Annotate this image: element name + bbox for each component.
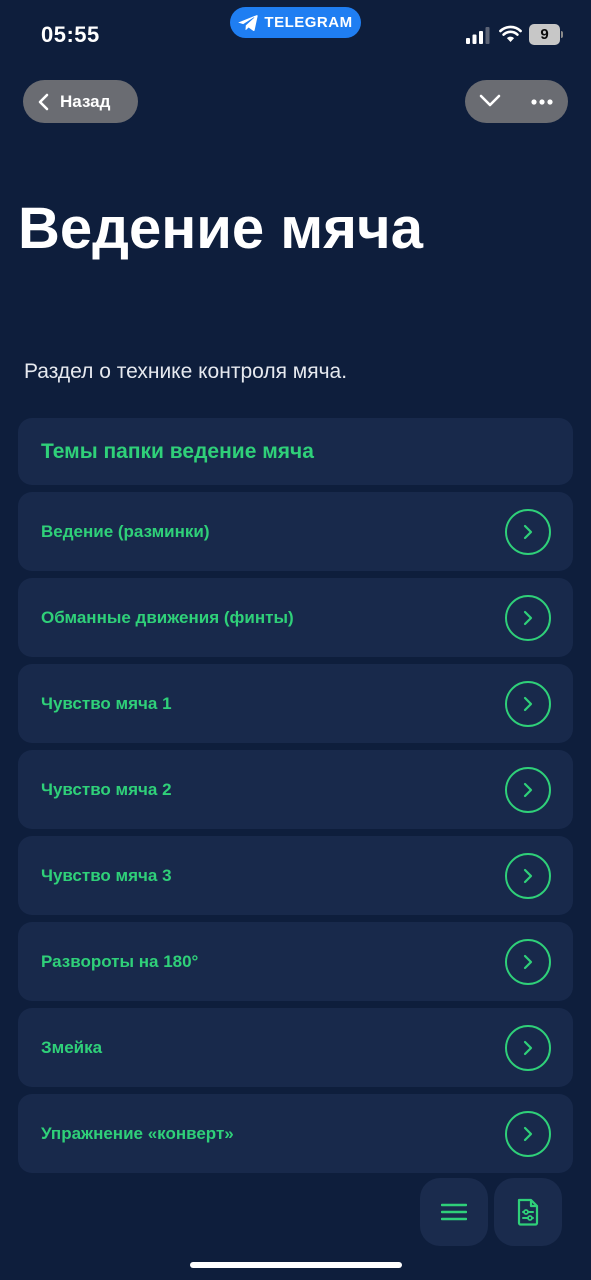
topic-label: Упражнение «конверт» (41, 1123, 234, 1143)
topic-item[interactable]: Чувство мяча 2 (18, 750, 573, 829)
topic-label: Чувство мяча 3 (41, 865, 172, 885)
document-settings-button[interactable] (494, 1178, 562, 1246)
top-right-controls (465, 80, 568, 123)
page-subtitle: Раздел о технике контроля мяча. (24, 360, 348, 383)
topic-item[interactable]: Развороты на 180° (18, 922, 573, 1001)
topic-item[interactable]: Чувство мяча 3 (18, 836, 573, 915)
chevron-down-icon[interactable] (479, 93, 501, 109)
topic-label: Обманные движения (финты) (41, 607, 294, 627)
section-header-card: Темы папки ведение мяча (18, 418, 573, 485)
chevron-right-icon[interactable] (505, 766, 551, 813)
battery-tip (561, 31, 563, 38)
topic-item[interactable]: Чувство мяча 1 (18, 664, 573, 743)
telegram-icon (238, 14, 259, 31)
chevron-right-icon[interactable] (505, 852, 551, 899)
menu-button[interactable] (420, 1178, 488, 1246)
document-settings-icon (517, 1198, 539, 1226)
topic-label: Развороты на 180° (41, 951, 199, 971)
topic-item[interactable]: Ведение (разминки) (18, 492, 573, 571)
chevron-left-icon (38, 93, 49, 110)
telegram-pill-label: TELEGRAM (264, 14, 353, 31)
menu-icon (441, 1203, 467, 1221)
topic-list: Ведение (разминки) Обманные движения (фи… (18, 492, 573, 1180)
chevron-right-icon[interactable] (505, 508, 551, 555)
section-title: Темы папки ведение мяча (41, 439, 314, 463)
wifi-icon (499, 25, 522, 42)
topic-item[interactable]: Упражнение «конверт» (18, 1094, 573, 1173)
topic-label: Чувство мяча 2 (41, 779, 172, 799)
telegram-app-pill[interactable]: TELEGRAM (230, 7, 361, 38)
home-indicator[interactable] (190, 1262, 402, 1268)
topic-label: Ведение (разминки) (41, 521, 210, 541)
chevron-right-icon[interactable] (505, 1110, 551, 1157)
battery-indicator: 9 (529, 24, 563, 45)
more-dots-icon[interactable] (531, 99, 553, 105)
back-button[interactable]: Назад (23, 80, 138, 123)
battery-level: 9 (529, 24, 560, 45)
back-button-label: Назад (60, 91, 111, 111)
page-title: Ведение мяча (18, 196, 423, 261)
cellular-signal-icon (466, 27, 490, 44)
topic-label: Змейка (41, 1037, 103, 1057)
topic-label: Чувство мяча 1 (41, 693, 172, 713)
chevron-right-icon[interactable] (505, 594, 551, 641)
chevron-right-icon[interactable] (505, 680, 551, 727)
status-bar: 05:55 TELEGRAM 9 (0, 0, 591, 70)
chevron-right-icon[interactable] (505, 938, 551, 985)
topic-item[interactable]: Змейка (18, 1008, 573, 1087)
topic-item[interactable]: Обманные движения (финты) (18, 578, 573, 657)
status-time: 05:55 (41, 22, 100, 47)
chevron-right-icon[interactable] (505, 1024, 551, 1071)
